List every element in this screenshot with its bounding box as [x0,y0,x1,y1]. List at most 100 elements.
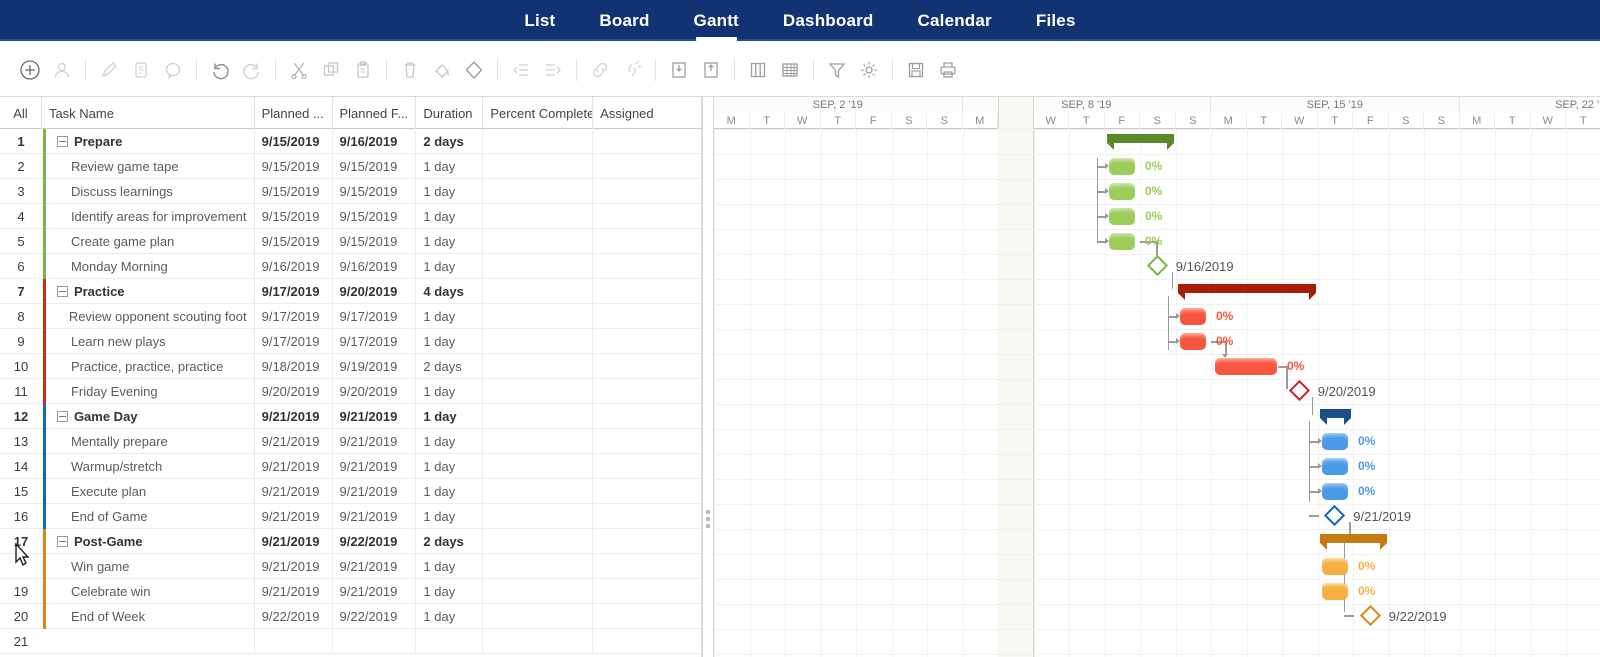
group-color-stripe [43,454,46,479]
gantt-summary-bar[interactable] [1106,134,1174,150]
gantt-task-bar[interactable] [1179,333,1206,350]
tab-calendar[interactable]: Calendar [915,0,995,41]
percent-complete-cell [483,204,594,229]
planned-start-cell: 9/21/2019 [255,479,333,504]
outdent-icon[interactable] [505,54,537,86]
delete-icon[interactable] [394,54,426,86]
panel-splitter[interactable] [702,97,714,657]
gantt-summary-bar[interactable] [1319,534,1387,550]
gantt-summary-bar[interactable] [1319,409,1351,425]
settings-icon[interactable] [853,54,885,86]
table-row[interactable]: 9 Learn new plays 9/17/2019 9/17/2019 1 day [0,329,701,354]
timeline-day-label: T [750,113,785,129]
filter-icon[interactable] [821,54,853,86]
task-name-cell: Execute plan [42,479,255,504]
unlink-icon[interactable] [616,54,648,86]
table-row[interactable]: 19 Celebrate win 9/21/2019 9/21/2019 1 day [0,579,701,604]
row-number: 8 [17,309,25,324]
table-row[interactable]: 8 Review opponent scouting foot 9/17/2019 9… [0,304,701,329]
gantt-task-bar[interactable] [1108,183,1135,200]
timeline-day-label: T [1318,113,1353,129]
table-row[interactable]: 20 End of Week 9/22/2019 9/22/2019 1 day [0,604,701,629]
table-row[interactable]: 13 Mentally prepare 9/21/2019 9/21/2019 1 da… [0,429,701,454]
comment-icon[interactable] [157,54,189,86]
edit-icon[interactable] [93,54,125,86]
gantt-task-bar[interactable] [1321,458,1348,475]
gantt-task-bar[interactable] [1321,558,1348,575]
table-row[interactable]: 14 Warmup/stretch 9/21/2019 9/21/2019 1 day [0,454,701,479]
gantt-row-line [714,504,1600,505]
gantt-day-gridline [962,129,964,657]
tab-dashboard[interactable]: Dashboard [780,0,877,41]
column-header-name[interactable]: Task Name [42,97,255,129]
column-header-assigned[interactable]: Assigned [593,97,701,129]
copy-icon[interactable] [315,54,347,86]
table-row[interactable]: 7 Practice 9/17/2019 9/20/2019 4 days [0,279,701,304]
gantt-row-line [714,429,1600,430]
tab-board[interactable]: Board [596,0,652,41]
undo-icon[interactable] [204,54,236,86]
tab-list[interactable]: List [521,0,558,41]
table-row[interactable]: 2 Review game tape 9/15/2019 9/15/2019 1 day [0,154,701,179]
planned-start-cell: 9/15/2019 [255,129,333,154]
print-icon[interactable] [932,54,964,86]
columns-icon[interactable] [742,54,774,86]
notes-icon[interactable] [125,54,157,86]
import-icon[interactable] [663,54,695,86]
paste-icon[interactable] [347,54,379,86]
table-row[interactable]: 16 End of Game 9/21/2019 9/21/2019 1 day [0,504,701,529]
dependency-link [1096,166,1105,168]
fill-color-icon[interactable] [426,54,458,86]
table-row[interactable]: 4 Identify areas for improvement 9/15/2019… [0,204,701,229]
table-row[interactable]: 21 [0,629,701,654]
gantt-day-gridline [1388,129,1390,657]
gantt-milestone-marker[interactable] [1359,604,1381,627]
column-header-duration[interactable]: Duration [416,97,484,129]
gantt-task-bar[interactable] [1321,583,1348,600]
redo-icon[interactable] [236,54,268,86]
gantt-task-bar[interactable] [1321,433,1348,450]
indent-icon[interactable] [537,54,569,86]
gantt-milestone-marker[interactable] [1288,379,1310,402]
collapse-toggle[interactable] [56,536,68,547]
gantt-milestone-marker[interactable] [1324,504,1346,527]
percent-complete-cell [483,629,594,654]
gantt-task-bar[interactable] [1321,483,1348,500]
gantt-task-bar[interactable] [1108,233,1135,250]
assigned-cell [593,379,701,404]
save-icon[interactable] [900,54,932,86]
column-header-planned-start[interactable]: Planned ... [255,97,333,129]
table-row[interactable]: 17 Post-Game 9/21/2019 9/22/2019 2 days [0,529,701,554]
gantt-summary-bar[interactable] [1177,284,1316,300]
collapse-toggle[interactable] [56,136,68,147]
gantt-task-bar[interactable] [1215,358,1277,375]
column-header-percent[interactable]: Percent Complete [483,97,594,129]
table-row[interactable]: 3 Discuss learnings 9/15/2019 9/15/2019 1 da… [0,179,701,204]
table-row[interactable]: 10 Practice, practice, practice 9/18/2019 9… [0,354,701,379]
gantt-milestone-marker[interactable] [1146,254,1168,277]
planned-finish-cell: 9/21/2019 [333,579,417,604]
table-row[interactable]: 11 Friday Evening 9/20/2019 9/20/2019 1 day [0,379,701,404]
collapse-toggle[interactable] [56,411,68,422]
table-row[interactable]: 6 Monday Morning 9/16/2019 9/16/2019 1 day [0,254,701,279]
assign-user-icon[interactable] [46,54,78,86]
milestone-icon[interactable] [458,54,490,86]
link-icon[interactable] [584,54,616,86]
table-row[interactable]: Win game 9/21/2019 9/21/2019 1 day [0,554,701,579]
collapse-toggle[interactable] [56,286,68,297]
column-header-planned-finish[interactable]: Planned F... [333,97,417,129]
tab-files[interactable]: Files [1033,0,1079,41]
table-row[interactable]: 12 Game Day 9/21/2019 9/21/2019 1 day [0,404,701,429]
table-row[interactable]: 1 Prepare 9/15/2019 9/16/2019 2 days [0,129,701,154]
tab-gantt[interactable]: Gantt [691,0,742,41]
gantt-task-bar[interactable] [1108,208,1135,225]
gantt-task-bar[interactable] [1179,308,1206,325]
table-row[interactable]: 5 Create game plan 9/15/2019 9/15/2019 1 day [0,229,701,254]
export-icon[interactable] [695,54,727,86]
table-row[interactable]: 15 Execute plan 9/21/2019 9/21/2019 1 day [0,479,701,504]
cut-icon[interactable] [283,54,315,86]
column-header-num[interactable]: All [0,97,42,129]
add-task-icon[interactable] [14,54,46,86]
grid-icon[interactable] [774,54,806,86]
gantt-task-bar[interactable] [1108,158,1135,175]
